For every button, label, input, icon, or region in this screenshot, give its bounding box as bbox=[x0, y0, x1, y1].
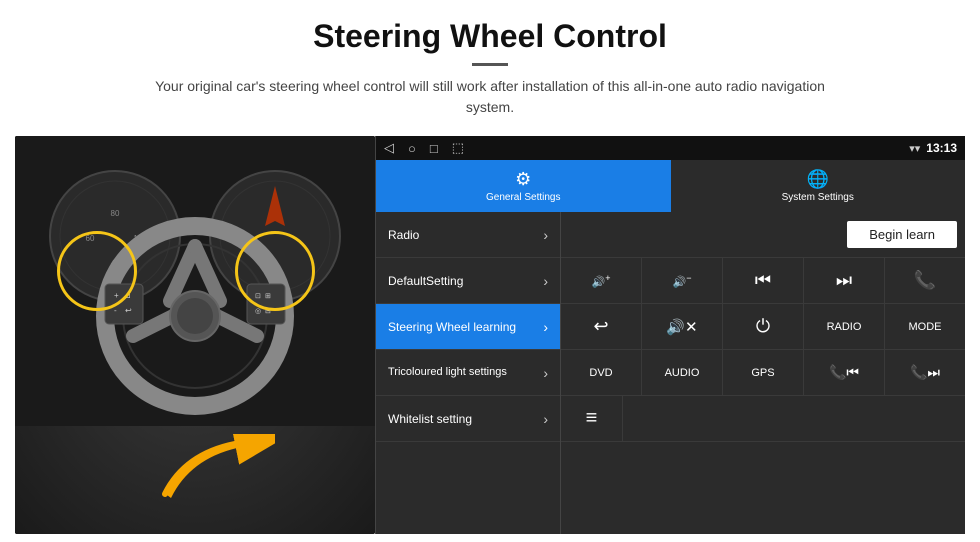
dvd-label: DVD bbox=[589, 367, 612, 379]
menu-item-default-setting[interactable]: DefaultSetting › bbox=[376, 258, 560, 304]
screenshot-nav-icon[interactable]: ⬚ bbox=[452, 140, 464, 156]
steering-wheel-image: 80 40 60 100 bbox=[15, 136, 375, 534]
signal-icon: ▾▾ bbox=[909, 142, 920, 155]
audio-button[interactable]: AUDIO bbox=[642, 350, 723, 395]
begin-learn-row: Begin learn bbox=[561, 212, 965, 258]
status-time: 13:13 bbox=[926, 141, 957, 155]
phone-next-button[interactable]: 📞⏭ bbox=[885, 350, 965, 395]
svg-text:-: - bbox=[114, 306, 117, 315]
volume-down-icon: 🔊− bbox=[673, 273, 692, 289]
menu-arrow-steering: › bbox=[543, 319, 548, 335]
sw-background: 80 40 60 100 bbox=[15, 136, 375, 534]
title-divider bbox=[472, 63, 508, 66]
volume-up-icon: 🔊+ bbox=[592, 273, 611, 289]
menu-arrow-default: › bbox=[543, 273, 548, 289]
nav-buttons: ◁ ○ □ ⬚ bbox=[384, 140, 464, 156]
phone-prev-icon: 📞⏮ bbox=[829, 364, 859, 381]
mode-label: MODE bbox=[909, 321, 942, 333]
phone-icon: 📞 bbox=[914, 270, 936, 291]
menu-icon-button[interactable]: ≡ bbox=[561, 396, 623, 441]
radio-label: RADIO bbox=[827, 321, 862, 333]
back-nav-icon[interactable]: ◁ bbox=[384, 140, 394, 156]
controls-row-1: 🔊+ 🔊− ⏮ ⏭ 📞 bbox=[561, 258, 965, 304]
phone-next-icon: 📞⏭ bbox=[910, 364, 940, 381]
menu-arrow-radio: › bbox=[543, 227, 548, 243]
menu-item-whitelist[interactable]: Whitelist setting › bbox=[376, 396, 560, 442]
yellow-circle-right bbox=[235, 231, 315, 311]
arrow-svg bbox=[155, 434, 275, 514]
gps-button[interactable]: GPS bbox=[723, 350, 804, 395]
menu-arrow-whitelist: › bbox=[543, 411, 548, 427]
page-title: Steering Wheel Control bbox=[20, 18, 960, 55]
home-nav-icon[interactable]: ○ bbox=[408, 141, 416, 156]
prev-track-icon: ⏮ bbox=[755, 270, 771, 291]
phone-prev-button[interactable]: 📞⏮ bbox=[804, 350, 885, 395]
status-bar-right: ▾▾ 13:13 bbox=[909, 141, 957, 155]
menu-icon: ≡ bbox=[586, 407, 598, 430]
back-button[interactable]: ↩ bbox=[561, 304, 642, 349]
page-container: Steering Wheel Control Your original car… bbox=[0, 0, 980, 542]
volume-down-button[interactable]: 🔊− bbox=[642, 258, 723, 303]
bottom-row: ≡ bbox=[561, 396, 965, 442]
audio-label: AUDIO bbox=[665, 367, 700, 379]
general-settings-icon: ⚙ bbox=[515, 169, 531, 190]
left-menu: Radio › DefaultSetting › Steering Wheel … bbox=[376, 212, 561, 534]
yellow-circle-left bbox=[57, 231, 137, 311]
next-track-button[interactable]: ⏭ bbox=[804, 258, 885, 303]
prev-track-button[interactable]: ⏮ bbox=[723, 258, 804, 303]
subtitle: Your original car's steering wheel contr… bbox=[150, 76, 830, 118]
header-section: Steering Wheel Control Your original car… bbox=[0, 0, 980, 128]
svg-text:80: 80 bbox=[111, 209, 120, 218]
top-tabs: ⚙ General Settings 🌐 System Settings bbox=[376, 160, 965, 212]
power-button[interactable]: ⏻ bbox=[723, 304, 804, 349]
mode-button[interactable]: MODE bbox=[885, 304, 965, 349]
mute-button[interactable]: 🔊✕ bbox=[642, 304, 723, 349]
system-settings-label: System Settings bbox=[782, 192, 854, 203]
gps-label: GPS bbox=[751, 367, 774, 379]
svg-text:↩: ↩ bbox=[125, 306, 132, 315]
next-track-icon: ⏭ bbox=[836, 270, 852, 291]
back-icon: ↩ bbox=[593, 316, 608, 337]
menu-item-steering-wheel[interactable]: Steering Wheel learning › bbox=[376, 304, 560, 350]
power-icon: ⏻ bbox=[756, 316, 770, 337]
system-settings-icon: 🌐 bbox=[807, 169, 829, 190]
recents-nav-icon[interactable]: □ bbox=[430, 141, 438, 156]
tab-general-settings[interactable]: ⚙ General Settings bbox=[376, 160, 671, 212]
android-panel: ◁ ○ □ ⬚ ▾▾ 13:13 ⚙ General Settings 🌐 bbox=[375, 136, 965, 534]
mute-icon: 🔊✕ bbox=[666, 318, 697, 336]
menu-item-tricoloured[interactable]: Tricoloured light settings › bbox=[376, 350, 560, 396]
main-content: 80 40 60 100 bbox=[15, 136, 965, 534]
menu-item-radio[interactable]: Radio › bbox=[376, 212, 560, 258]
controls-row-3: DVD AUDIO GPS 📞⏮ bbox=[561, 350, 965, 396]
phone-button[interactable]: 📞 bbox=[885, 258, 965, 303]
menu-arrow-tricoloured: › bbox=[543, 365, 548, 381]
general-settings-label: General Settings bbox=[486, 192, 561, 203]
content-area: Radio › DefaultSetting › Steering Wheel … bbox=[376, 212, 965, 534]
status-bar: ◁ ○ □ ⬚ ▾▾ 13:13 bbox=[376, 136, 965, 160]
controls-row-2: ↩ 🔊✕ ⏻ RADIO MO bbox=[561, 304, 965, 350]
volume-up-button[interactable]: 🔊+ bbox=[561, 258, 642, 303]
svg-text:◎: ◎ bbox=[255, 308, 261, 315]
tab-system-settings[interactable]: 🌐 System Settings bbox=[671, 160, 966, 212]
controls-grid: 🔊+ 🔊− ⏮ ⏭ 📞 bbox=[561, 258, 965, 396]
begin-learn-button[interactable]: Begin learn bbox=[847, 221, 957, 248]
radio-mode-button[interactable]: RADIO bbox=[804, 304, 885, 349]
dvd-button[interactable]: DVD bbox=[561, 350, 642, 395]
right-controls: Begin learn 🔊+ 🔊− bbox=[561, 212, 965, 534]
